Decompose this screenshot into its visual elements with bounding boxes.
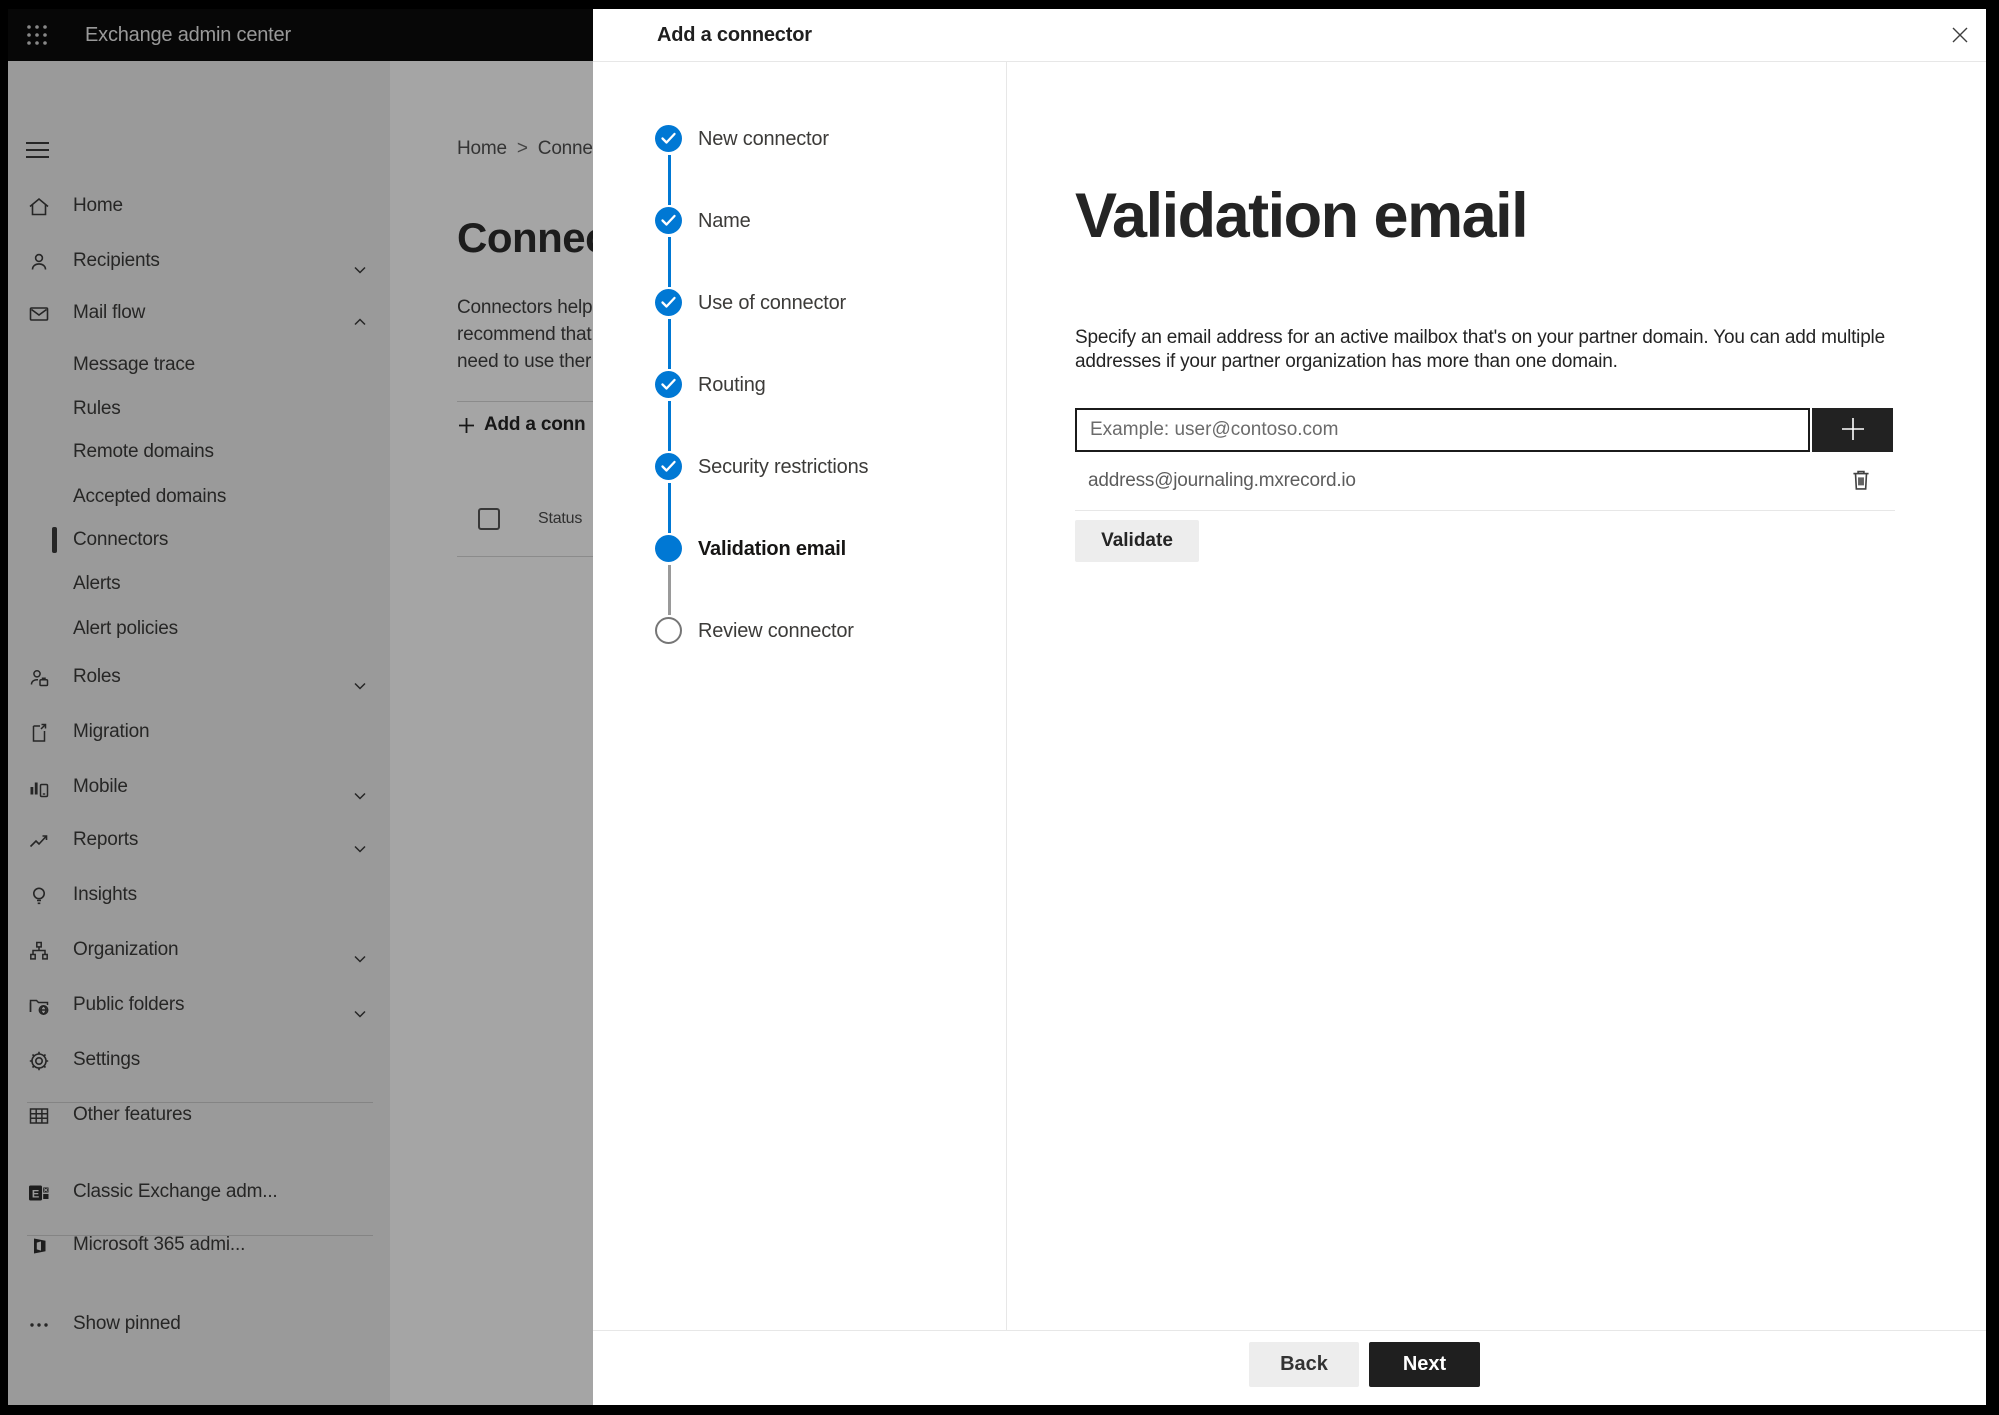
step-completed-check-icon	[655, 371, 682, 398]
trash-icon[interactable]	[1844, 464, 1878, 498]
step-heading: Validation email	[1075, 181, 1529, 251]
validation-email-input[interactable]	[1075, 408, 1810, 452]
wizard-step-use-of-connector[interactable]: Use of connector	[593, 283, 993, 323]
wizard-step-name[interactable]: Name	[593, 201, 993, 241]
add-email-button[interactable]	[1812, 408, 1893, 452]
next-button[interactable]: Next	[1369, 1342, 1480, 1387]
step-connector-line	[667, 483, 671, 533]
step-current-circle-icon	[655, 535, 682, 562]
added-email-row: address@journaling.mxrecord.io	[1075, 459, 1895, 503]
footer-divider	[593, 1330, 1986, 1331]
app-window: Exchange admin center Home Recipients Ma…	[8, 9, 1986, 1405]
wizard-steps: New connector Name Use of connector Rout…	[593, 62, 1006, 1330]
added-email-address: address@journaling.mxrecord.io	[1088, 470, 1356, 491]
wizard-step-routing[interactable]: Routing	[593, 365, 993, 405]
dialog-header: Add a connector	[593, 9, 1986, 62]
step-connector-line	[667, 401, 671, 451]
wizard-step-new-connector[interactable]: New connector	[593, 119, 993, 159]
step-connector-line	[667, 237, 671, 287]
wizard-step-security-restrictions[interactable]: Security restrictions	[593, 447, 993, 487]
step-completed-check-icon	[655, 207, 682, 234]
add-connector-dialog: Add a connector New connector Name Use o…	[593, 9, 1986, 1405]
back-button[interactable]: Back	[1249, 1342, 1359, 1387]
step-description: Specify an email address for an active m…	[1075, 327, 1885, 372]
close-icon[interactable]	[1944, 20, 1976, 52]
step-connector-line	[667, 319, 671, 369]
step-completed-check-icon	[655, 125, 682, 152]
dialog-title: Add a connector	[657, 24, 812, 46]
wizard-step-validation-email[interactable]: Validation email	[593, 529, 993, 569]
plus-icon	[1841, 417, 1864, 440]
steps-content-divider	[1006, 62, 1007, 1330]
step-connector-line	[667, 565, 671, 615]
screenshot-frame: Exchange admin center Home Recipients Ma…	[0, 0, 1999, 1415]
step-upcoming-circle-icon	[655, 617, 682, 644]
step-completed-check-icon	[655, 453, 682, 480]
step-connector-line	[667, 155, 671, 205]
email-row-divider	[1075, 510, 1895, 511]
validate-button[interactable]: Validate	[1075, 520, 1199, 562]
step-completed-check-icon	[655, 289, 682, 316]
wizard-step-review-connector[interactable]: Review connector	[593, 611, 993, 651]
